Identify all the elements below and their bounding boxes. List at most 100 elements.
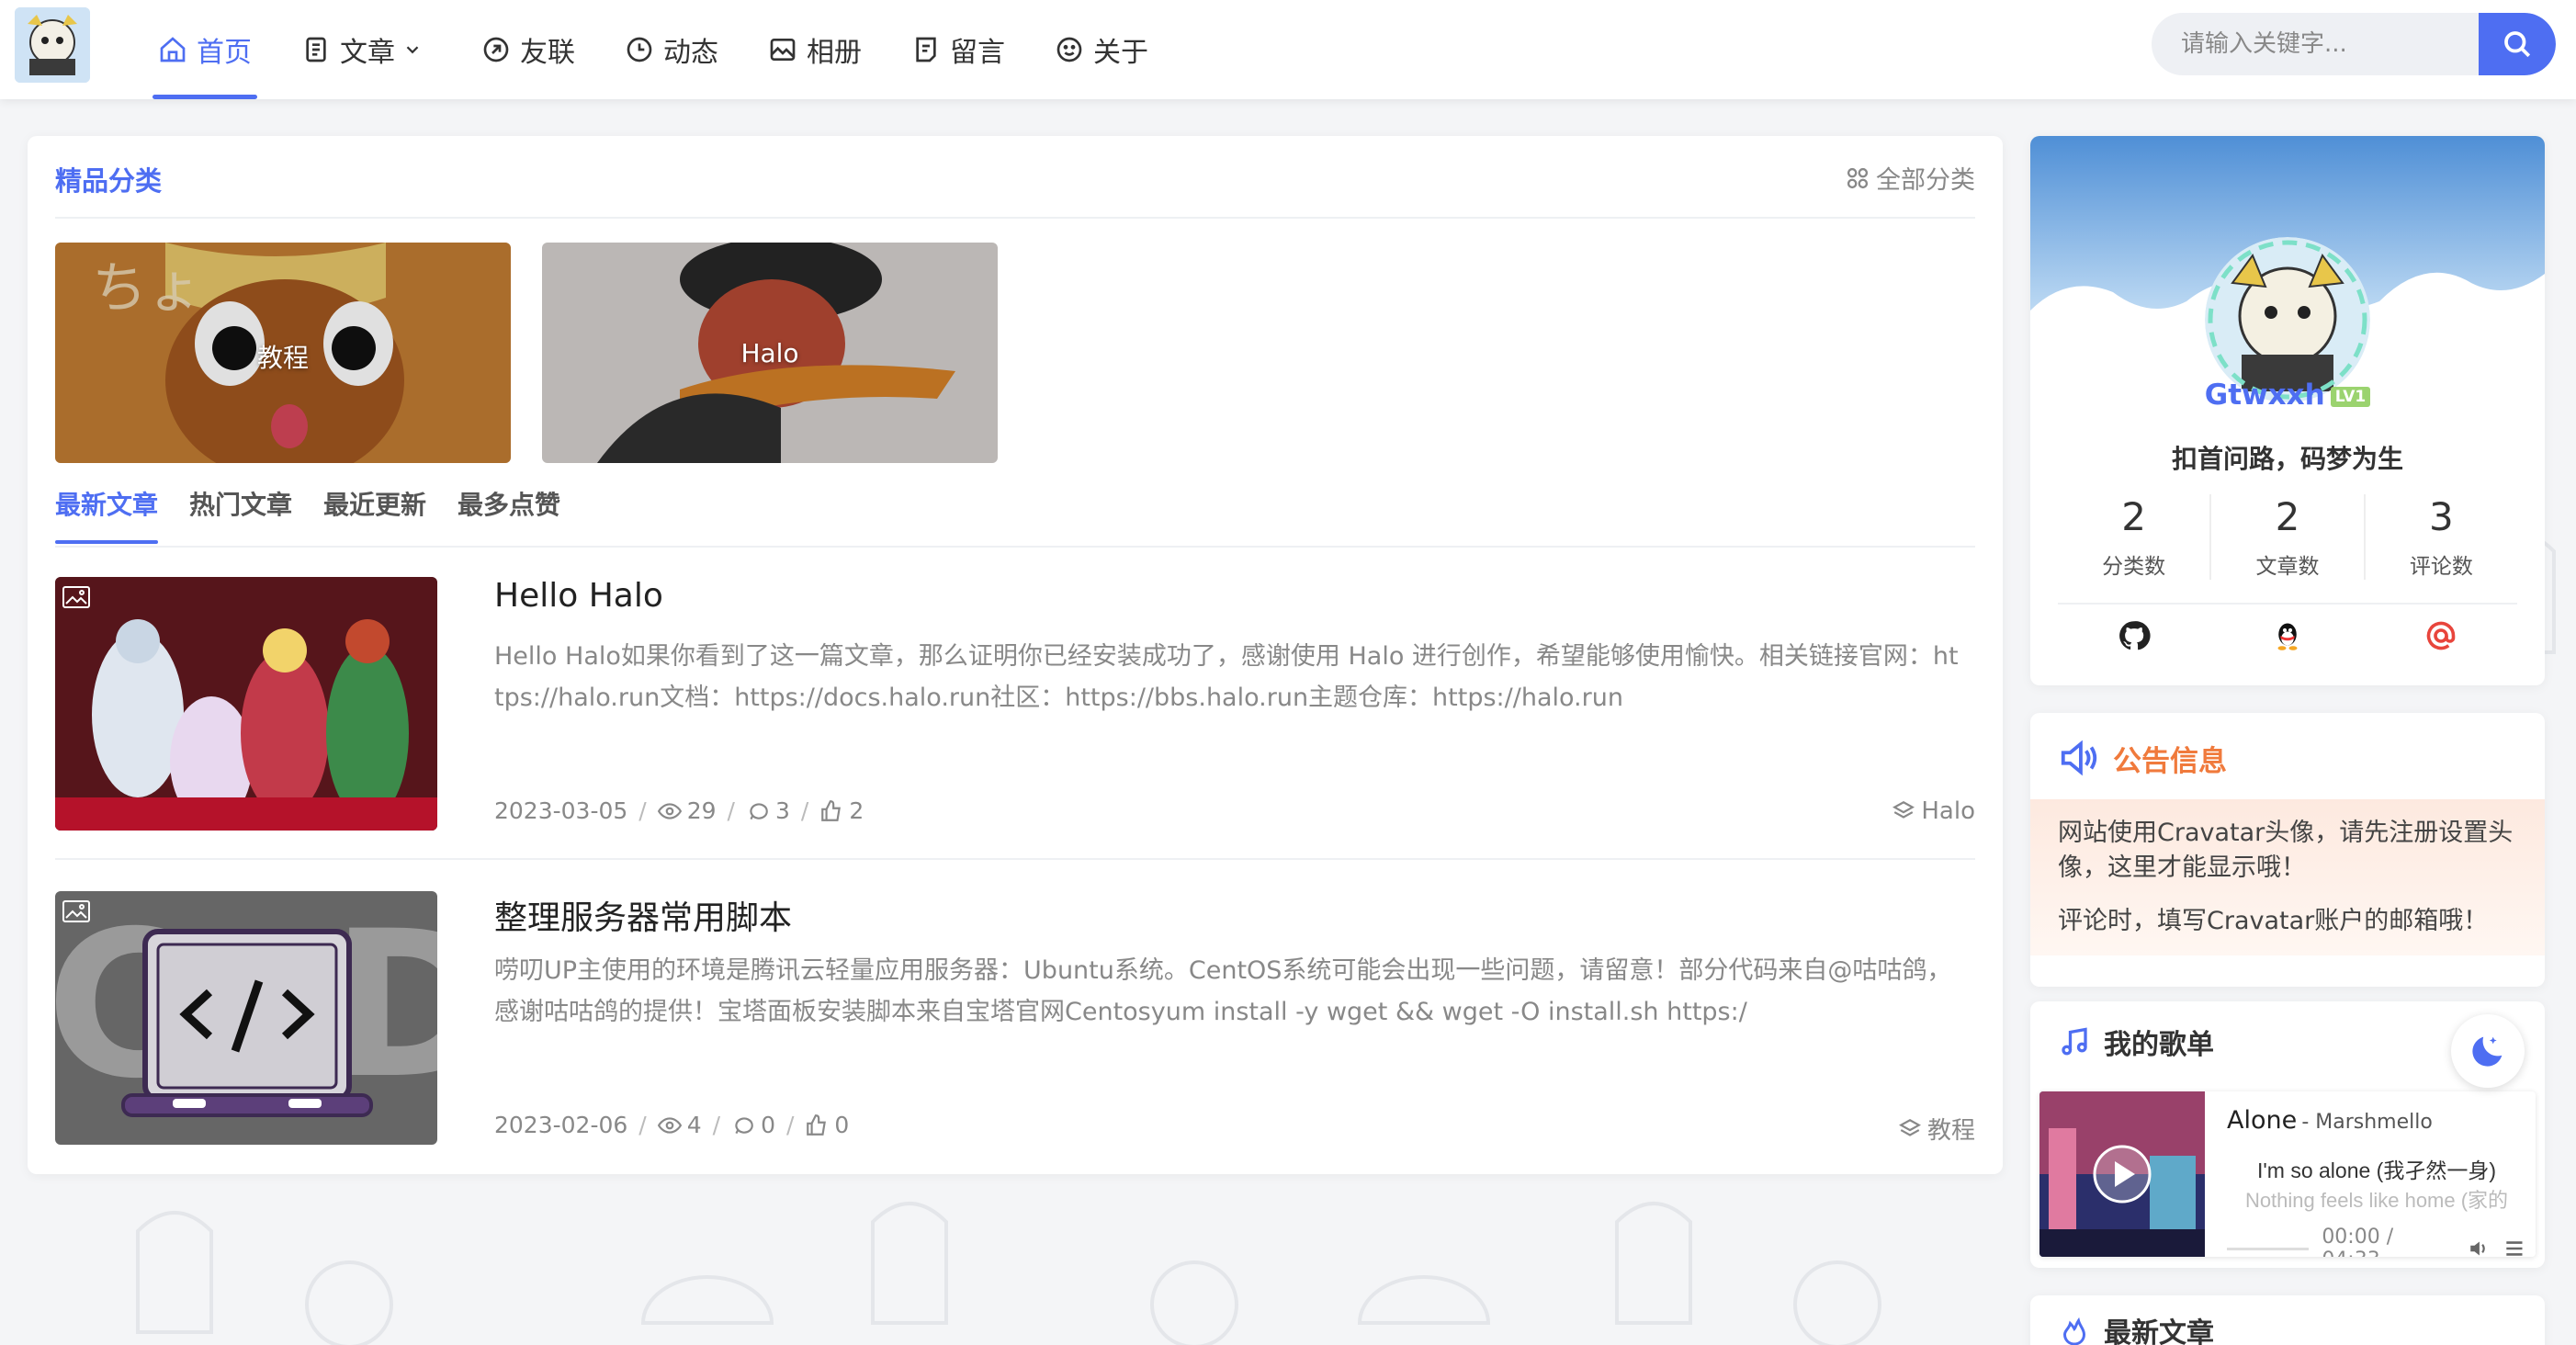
playlist-menu-icon[interactable]: [2503, 1237, 2526, 1257]
post-cover-image: [55, 577, 437, 831]
post-category[interactable]: 教程: [1898, 1112, 1975, 1146]
nav-item-about[interactable]: 关于: [1044, 0, 1159, 99]
notice-card: 公告信息 网站使用Cravatar头像，请先注册设置头像，这里才能显示哦！ 评论…: [2030, 713, 2545, 987]
lyric-current: I'm so alone (我孑然一身): [2257, 1159, 2496, 1182]
post-thumbnail[interactable]: [55, 577, 437, 831]
social-github[interactable]: [2058, 610, 2211, 661]
image-icon: [62, 586, 90, 608]
comment-icon: [735, 1116, 753, 1134]
post-item[interactable]: C D 整理服务器常用脚本 唠叨UP主使用的环境是腾讯云轻量应用服务器：Ubun…: [55, 891, 1975, 1145]
music-note-icon: [2062, 1027, 2087, 1056]
song-title: Alone: [2227, 1106, 2298, 1135]
category-card-tutorial[interactable]: ちょ 教程: [55, 243, 511, 463]
flame-icon: [2062, 1317, 2086, 1345]
album-cover[interactable]: [2039, 1091, 2205, 1257]
post-divider: [55, 858, 1975, 860]
post-item[interactable]: Hello Halo Hello Halo如果你看到了这一篇文章，那么证明你已经…: [55, 577, 1975, 831]
post-title[interactable]: Hello Halo: [494, 577, 663, 615]
image-icon: [770, 39, 796, 61]
post-thumbnail[interactable]: C D: [55, 891, 437, 1145]
megaphone-icon: [2061, 740, 2097, 776]
post-title[interactable]: 整理服务器常用脚本: [494, 891, 792, 939]
profile-motto: 扣首问路，码梦为生: [2171, 444, 2403, 474]
nav-item-articles[interactable]: 文章: [290, 0, 443, 99]
github-icon: [2119, 621, 2151, 650]
message-icon: [916, 37, 936, 62]
all-categories-link[interactable]: 全部分类: [1845, 160, 1975, 196]
nav-item-home[interactable]: 首页: [147, 0, 263, 99]
level-badge: LV1: [2330, 386, 2371, 407]
post-meta: 2023-02-06 / 4 / 0 / 0: [494, 1112, 850, 1138]
main-nav: 首页 文章 友联 动态 相册 留言 关于: [147, 0, 1187, 99]
post-excerpt: 唠叨UP主使用的环境是腾讯云轻量应用服务器：Ubuntu系统。CentOS系统可…: [494, 956, 1952, 1026]
stat-categories[interactable]: 2 分类数: [2058, 494, 2212, 580]
tab-most-liked[interactable]: 最多点赞: [458, 485, 560, 540]
stat-value: 2: [2275, 494, 2300, 539]
stat-label: 文章数: [2255, 555, 2320, 579]
stat-value: 3: [2428, 494, 2454, 539]
latest-posts-header: 最新文章: [2058, 1310, 2214, 1345]
clock-icon: [627, 37, 652, 62]
document-icon: [306, 37, 326, 62]
music-player: Alone - Marshmello I'm so alone (我孑然一身) …: [2039, 1091, 2536, 1257]
nav-label-links: 友联: [520, 37, 575, 69]
post-views: 4: [686, 1112, 702, 1138]
category-label: 教程: [256, 343, 309, 373]
song-info: Alone - Marshmello I'm so alone (我孑然一身) …: [2227, 1106, 2526, 1214]
profile-card: Gtwxxh LV1 扣首问路，码梦为生 2 分类数 2 文章数 3 评论数: [2030, 136, 2545, 685]
dark-mode-toggle[interactable]: [2451, 1014, 2525, 1088]
post-comments: 3: [774, 797, 790, 824]
category-card-halo[interactable]: Halo: [542, 243, 998, 463]
nav-item-guestbook[interactable]: 留言: [900, 0, 1016, 99]
post-meta: 2023-03-05 / 29 / 3 / 2: [494, 797, 864, 824]
profile-username: Gtwxxh LV1: [2030, 379, 2545, 412]
nav-item-moments[interactable]: 动态: [614, 0, 729, 99]
post-date: 2023-03-05: [494, 797, 628, 824]
lyric-next: Nothing feels like home (家的: [2244, 1189, 2509, 1212]
chevron-down-icon: [406, 46, 419, 54]
social-links: [2058, 610, 2517, 661]
stat-comments[interactable]: 3 评论数: [2366, 494, 2517, 580]
tab-recently-updated[interactable]: 最近更新: [323, 485, 426, 540]
notice-body: 网站使用Cravatar头像，请先注册设置头像，这里才能显示哦！ 评论时，填写C…: [2030, 799, 2545, 955]
music-header: 我的歌单: [2058, 1022, 2214, 1062]
tabs-divider: [55, 546, 1975, 548]
site-logo[interactable]: [15, 7, 90, 83]
nav-item-album[interactable]: 相册: [757, 0, 873, 99]
social-email[interactable]: [2364, 610, 2517, 661]
profile-stats: 2 分类数 2 文章数 3 评论数: [2058, 494, 2517, 580]
song-artist: - Marshmello: [2301, 1111, 2433, 1134]
post-comments: 0: [761, 1112, 775, 1138]
search-input[interactable]: [2152, 13, 2479, 75]
all-categories-label: 全部分类: [1876, 166, 1975, 195]
featured-categories-title: 精品分类: [55, 165, 163, 197]
search-icon: [2504, 31, 2531, 58]
nav-label-moments: 动态: [663, 37, 718, 69]
thumbs-up-icon: [821, 799, 842, 821]
social-qq[interactable]: [2211, 610, 2365, 661]
home-icon: [160, 37, 186, 62]
tab-latest[interactable]: 最新文章: [55, 485, 159, 544]
top-navbar: 首页 文章 友联 动态 相册 留言 关于: [0, 0, 2576, 99]
post-likes: 2: [849, 797, 864, 824]
post-cover-image: C D: [55, 891, 437, 1145]
post-category[interactable]: Halo: [1892, 797, 1975, 825]
link-icon: [483, 37, 509, 62]
notice-line: 网站使用Cravatar头像，请先注册设置头像，这里才能显示哦！: [2058, 819, 2514, 882]
tab-hot[interactable]: 热门文章: [189, 485, 292, 540]
nav-label-about: 关于: [1093, 37, 1148, 69]
image-icon: [62, 900, 90, 922]
avatar[interactable]: [2205, 237, 2370, 402]
post-likes: 0: [834, 1112, 850, 1138]
comment-icon: [750, 802, 768, 819]
nav-label-album: 相册: [807, 37, 862, 69]
notice-title: 公告信息: [2113, 744, 2227, 778]
search-box: [2152, 13, 2556, 75]
nav-item-links[interactable]: 友联: [470, 0, 586, 99]
search-button[interactable]: [2479, 13, 2556, 75]
moon-icon: [2472, 1036, 2503, 1067]
volume-icon[interactable]: [2468, 1237, 2491, 1257]
progress-bar[interactable]: [2227, 1247, 2310, 1250]
username-text: Gtwxxh: [2204, 379, 2325, 412]
stat-articles[interactable]: 2 文章数: [2211, 494, 2366, 580]
